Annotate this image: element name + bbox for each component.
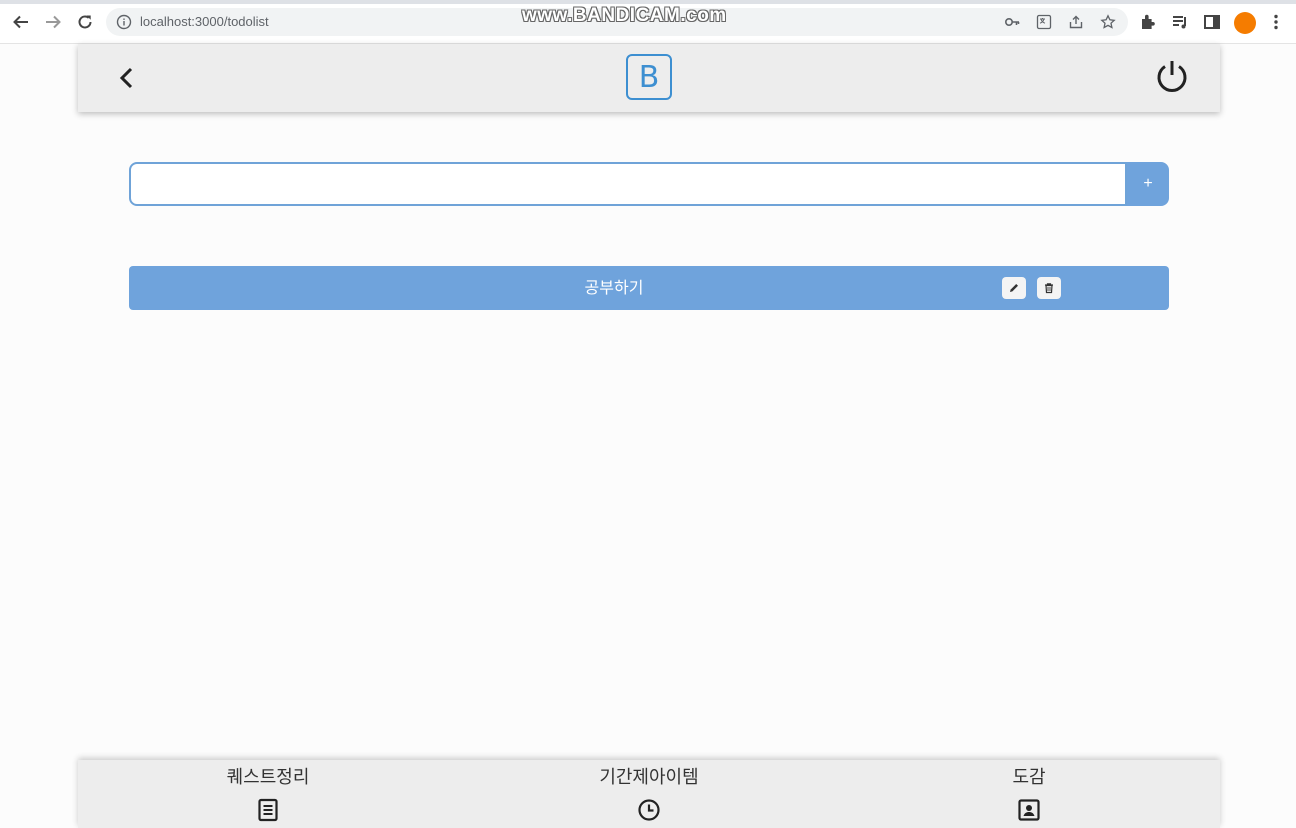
todo-text: 공부하기 <box>584 278 644 297</box>
power-icon <box>1157 61 1187 92</box>
browser-chrome: localhost:3000/todolist www.BANDICAM.com <box>0 0 1296 44</box>
translate-icon[interactable] <box>1036 14 1052 30</box>
extensions-icon[interactable] <box>1138 12 1158 32</box>
tabstrip-edge <box>0 0 1296 4</box>
chevron-left-icon <box>119 67 133 89</box>
nav-label: 도감 <box>1012 767 1046 788</box>
clock-icon <box>638 799 660 821</box>
logout-button[interactable] <box>1154 58 1190 94</box>
plus-icon: + <box>1143 175 1153 192</box>
site-info-icon[interactable] <box>116 14 132 30</box>
arrow-right-icon <box>46 15 61 29</box>
reload-icon <box>78 15 92 29</box>
browser-forward-button[interactable] <box>42 11 64 33</box>
todo-input[interactable] <box>129 162 1127 206</box>
app-header: B <box>78 44 1220 112</box>
pencil-icon <box>1010 284 1018 292</box>
nav-item-quest-list[interactable]: 퀘스트정리 <box>168 766 368 828</box>
nav-item-collection[interactable]: 도감 <box>929 766 1129 828</box>
media-queue-icon[interactable] <box>1170 12 1190 32</box>
add-todo-button[interactable]: + <box>1127 162 1169 206</box>
bottom-navigation: 퀘스트정리 기간제아이템 도감 <box>78 760 1220 828</box>
address-url[interactable]: localhost:3000/todolist <box>140 14 269 29</box>
todo-form: + <box>129 162 1169 206</box>
nav-item-timed-items[interactable]: 기간제아이템 <box>549 766 749 828</box>
edit-todo-button[interactable] <box>1002 277 1026 299</box>
delete-todo-button[interactable] <box>1037 277 1061 299</box>
key-icon[interactable] <box>1004 14 1020 30</box>
logo-letter: B <box>638 59 660 95</box>
nav-label: 기간제아이템 <box>599 767 699 788</box>
contact-book-icon <box>1018 799 1040 821</box>
trash-icon <box>1045 283 1053 294</box>
arrow-left-icon <box>13 15 28 29</box>
browser-back-button[interactable] <box>10 11 32 33</box>
more-menu-icon[interactable] <box>1266 12 1286 32</box>
recorder-watermark: www.BANDICAM.com <box>522 5 727 26</box>
nav-label: 퀘스트정리 <box>226 767 310 788</box>
side-panel-icon[interactable] <box>1202 12 1222 32</box>
back-button[interactable] <box>116 64 138 92</box>
app-logo[interactable]: B <box>626 54 672 100</box>
bookmark-star-icon[interactable] <box>1100 14 1116 30</box>
browser-reload-button[interactable] <box>74 11 96 33</box>
todo-item: 공부하기 <box>129 266 1169 310</box>
list-icon <box>258 798 278 822</box>
share-icon[interactable] <box>1068 14 1084 30</box>
profile-avatar[interactable] <box>1234 12 1256 34</box>
